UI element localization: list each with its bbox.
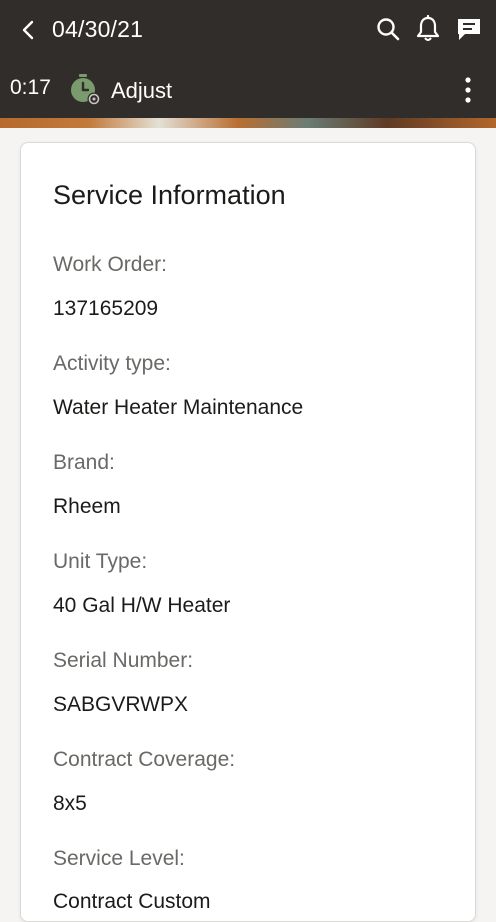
notifications-button[interactable]: [412, 13, 444, 45]
messages-button[interactable]: [453, 13, 485, 45]
page-date-title: 04/30/21: [52, 16, 144, 42]
field-value-brand: Rheem: [53, 495, 121, 518]
activity-timer: 0:17: [10, 76, 51, 99]
stopwatch-button[interactable]: [66, 72, 104, 108]
decorative-banner: [0, 118, 496, 128]
field-value-unit-type: 40 Gal H/W Heater: [53, 594, 231, 617]
field-value-contract-coverage: 8x5: [53, 792, 87, 815]
field-label-brand: Brand:: [53, 451, 115, 474]
field-label-contract-coverage: Contract Coverage:: [53, 748, 236, 771]
field-label-unit-type: Unit Type:: [53, 550, 148, 573]
bell-icon: [416, 15, 440, 41]
more-vertical-icon: [465, 77, 471, 103]
service-information-card: Service Information Work Order: 13716520…: [20, 142, 476, 922]
stopwatch-icon: [71, 74, 101, 106]
field-value-serial-number: SABGVRWPX: [53, 693, 188, 716]
search-icon: [377, 18, 400, 41]
field-label-activity-type: Activity type:: [53, 352, 171, 375]
field-label-service-level: Service Level:: [53, 847, 185, 870]
more-options-button[interactable]: [456, 74, 480, 106]
field-value-activity-type: Water Heater Maintenance: [53, 396, 304, 419]
field-label-serial-number: Serial Number:: [53, 649, 194, 672]
app-header: 04/30/21 0:17 Adjust: [0, 0, 496, 118]
field-value-service-level: Contract Custom: [53, 890, 211, 913]
search-button[interactable]: [372, 13, 404, 45]
back-button[interactable]: [14, 15, 42, 45]
chevron-left-icon: [22, 20, 34, 40]
adjust-button[interactable]: Adjust: [111, 78, 172, 104]
header-top-row: 04/30/21: [0, 0, 496, 60]
field-value-work-order: 137165209: [53, 297, 159, 320]
field-label-work-order: Work Order:: [53, 253, 167, 276]
card-title: Service Information: [53, 180, 286, 210]
header-bottom-row: 0:17 Adjust: [0, 60, 496, 118]
chat-icon: [458, 19, 480, 40]
